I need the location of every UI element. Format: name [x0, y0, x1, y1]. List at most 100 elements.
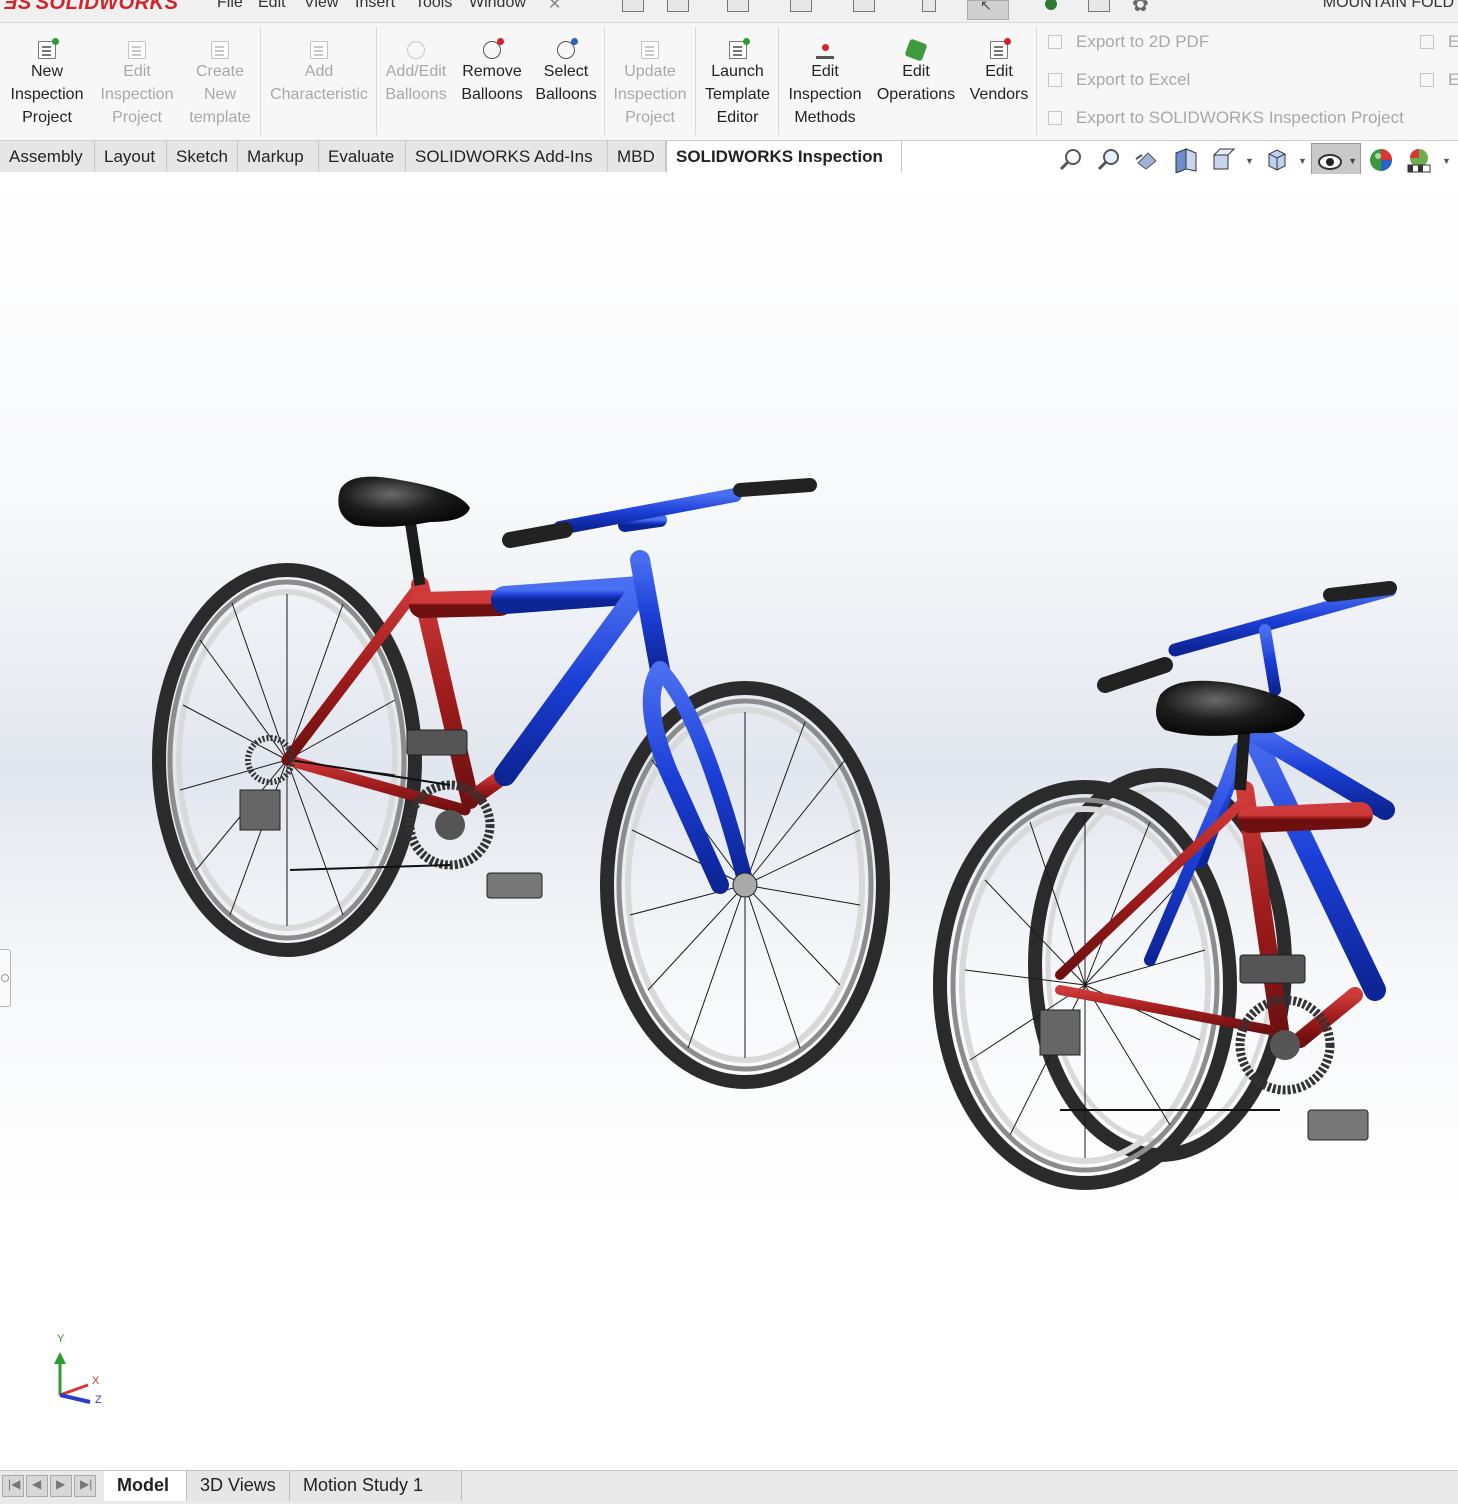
tab-motion-study-1[interactable]: Motion Study 1 [290, 1471, 462, 1501]
edit-vendors-button[interactable]: Edit Vendors [965, 37, 1033, 106]
menu-view[interactable]: View [304, 0, 338, 12]
saddle[interactable] [338, 476, 470, 527]
tab-layout[interactable]: Layout [95, 141, 167, 172]
menu-edit[interactable]: Edit [258, 0, 286, 12]
button-label: Update [624, 63, 676, 80]
folded-pedal-top[interactable] [1239, 954, 1306, 984]
pin-menu-icon[interactable]: ✕ [548, 0, 561, 14]
first-tab-button[interactable]: |◀ [2, 1475, 24, 1497]
export-more-button-2[interactable]: E [1420, 70, 1458, 90]
select-balloons-button[interactable]: Select Balloons [531, 37, 601, 106]
chevron-down-icon[interactable]: ▼ [1245, 156, 1254, 166]
previous-view-icon[interactable] [1134, 147, 1160, 173]
ribbon-separator [604, 27, 605, 135]
front-hub [732, 872, 758, 898]
menu-insert[interactable]: Insert [355, 0, 395, 12]
apply-scene-icon[interactable] [1406, 147, 1432, 173]
tab-mbd[interactable]: MBD [608, 141, 666, 172]
left-grip[interactable] [502, 522, 573, 548]
tab-3d-views[interactable]: 3D Views [187, 1471, 290, 1501]
pedal-left[interactable] [406, 729, 468, 756]
menu-file[interactable]: File [217, 0, 243, 12]
save-icon[interactable] [790, 0, 812, 12]
tab-solidworks-add-ins[interactable]: SOLIDWORKS Add-Ins [406, 141, 608, 172]
title-menu-bar: ƎS SOLIDWORKS File Edit View Insert Tools… [0, 0, 1458, 23]
menu-window[interactable]: Window [469, 0, 526, 12]
folded-spokes [964, 812, 1206, 1158]
bicycle-assembly-model[interactable]: Y X Z [0, 174, 1458, 1470]
ribbon-separator [778, 27, 779, 135]
button-label: Select [543, 63, 589, 80]
tab-assembly[interactable]: Assembly [0, 141, 95, 172]
options-gear-icon[interactable]: ✿ [1132, 0, 1149, 17]
folded-front-wheel[interactable] [933, 780, 1237, 1190]
graphics-area[interactable]: Y X Z [0, 174, 1458, 1470]
dynamic-annotation-views-icon[interactable] [1210, 147, 1236, 173]
solidworks-logo[interactable]: ƎS SOLIDWORKS [4, 0, 178, 15]
menu-tools[interactable]: Tools [415, 0, 452, 12]
button-label: Inspection [788, 86, 862, 103]
button-label: Remove [462, 63, 522, 80]
tab-solidworks-inspection[interactable]: SOLIDWORKS Inspection [666, 140, 902, 173]
balloon-icon [407, 41, 425, 59]
button-label: Vendors [969, 86, 1029, 103]
edit-inspection-project-button[interactable]: Edit Inspection Project [96, 37, 178, 129]
file-properties-icon[interactable] [1088, 0, 1110, 12]
folded-saddle[interactable] [1156, 680, 1305, 736]
folded-bicycle[interactable] [933, 581, 1397, 1190]
remove-balloons-button[interactable]: Remove Balloons [457, 37, 527, 106]
tab-markup[interactable]: Markup [238, 141, 319, 172]
reference-triad: Y X Z [54, 1333, 102, 1406]
chevron-down-icon: ▼ [1348, 156, 1357, 166]
add-edit-balloons-button[interactable]: Add/Edit Balloons [381, 37, 451, 106]
view-orientation-icon[interactable] [1264, 147, 1290, 173]
button-label: Project [625, 109, 675, 126]
open-icon[interactable] [727, 0, 749, 12]
export-inspection-project-button[interactable]: Export to SOLIDWORKS Inspection Project [1048, 108, 1404, 128]
chevron-down-icon[interactable]: ▼ [1442, 156, 1451, 166]
export-more-button-1[interactable]: E [1420, 32, 1458, 52]
remove-balloon-icon [483, 38, 504, 59]
button-label: Balloons [535, 86, 597, 103]
select-tool-button[interactable]: ↖ [967, 0, 1009, 20]
folded-left-grip[interactable] [1097, 657, 1173, 693]
edit-operations-button[interactable]: Edit Operations [871, 37, 961, 106]
tab-sketch[interactable]: Sketch [167, 141, 238, 172]
edit-appearance-icon[interactable] [1368, 147, 1394, 173]
export-excel-button[interactable]: Export to Excel [1048, 70, 1190, 90]
button-label: E [1448, 32, 1458, 51]
section-view-icon[interactable] [1172, 147, 1198, 173]
excel-export-icon [1048, 73, 1062, 87]
export-2d-pdf-button[interactable]: Export to 2D PDF [1048, 32, 1209, 52]
tab-model[interactable]: Model [104, 1471, 187, 1501]
home-icon[interactable] [622, 0, 644, 12]
ribbon-separator [695, 27, 696, 135]
triad-z-label: Z [95, 1394, 102, 1406]
zoom-to-area-icon[interactable] [1096, 147, 1122, 173]
print-icon[interactable] [853, 0, 875, 12]
chevron-down-icon[interactable]: ▼ [1298, 156, 1307, 166]
assembled-bicycle[interactable] [152, 476, 890, 1089]
edit-inspection-methods-button[interactable]: Edit Inspection Methods [783, 37, 867, 129]
next-tab-button[interactable]: ▶ [50, 1475, 72, 1497]
new-document-icon[interactable] [667, 0, 689, 12]
launch-template-editor-button[interactable]: Launch Template Editor [700, 37, 775, 129]
folded-pedal-bottom[interactable] [1307, 1109, 1369, 1141]
update-project-icon [641, 41, 659, 59]
pedal-right[interactable] [486, 872, 543, 899]
button-label: New [30, 63, 63, 80]
folded-right-grip[interactable] [1323, 581, 1397, 602]
zoom-to-fit-icon[interactable] [1058, 147, 1084, 173]
update-inspection-project-button[interactable]: Update Inspection Project [609, 37, 691, 129]
right-grip[interactable] [733, 478, 817, 497]
undo-icon[interactable] [922, 0, 936, 12]
previous-tab-button[interactable]: ◀ [26, 1475, 48, 1497]
add-characteristic-button[interactable]: Add Characteristic [265, 37, 373, 106]
create-new-template-button[interactable]: Create New template [183, 37, 257, 129]
document-title: MOUNTAIN FOLD [1322, 0, 1454, 11]
button-label: Export to 2D PDF [1076, 32, 1210, 51]
last-tab-button[interactable]: ▶| [74, 1475, 96, 1497]
tab-evaluate[interactable]: Evaluate [319, 141, 406, 172]
rebuild-icon[interactable] [1045, 0, 1057, 10]
new-inspection-project-button[interactable]: New Inspection Project [6, 37, 88, 129]
